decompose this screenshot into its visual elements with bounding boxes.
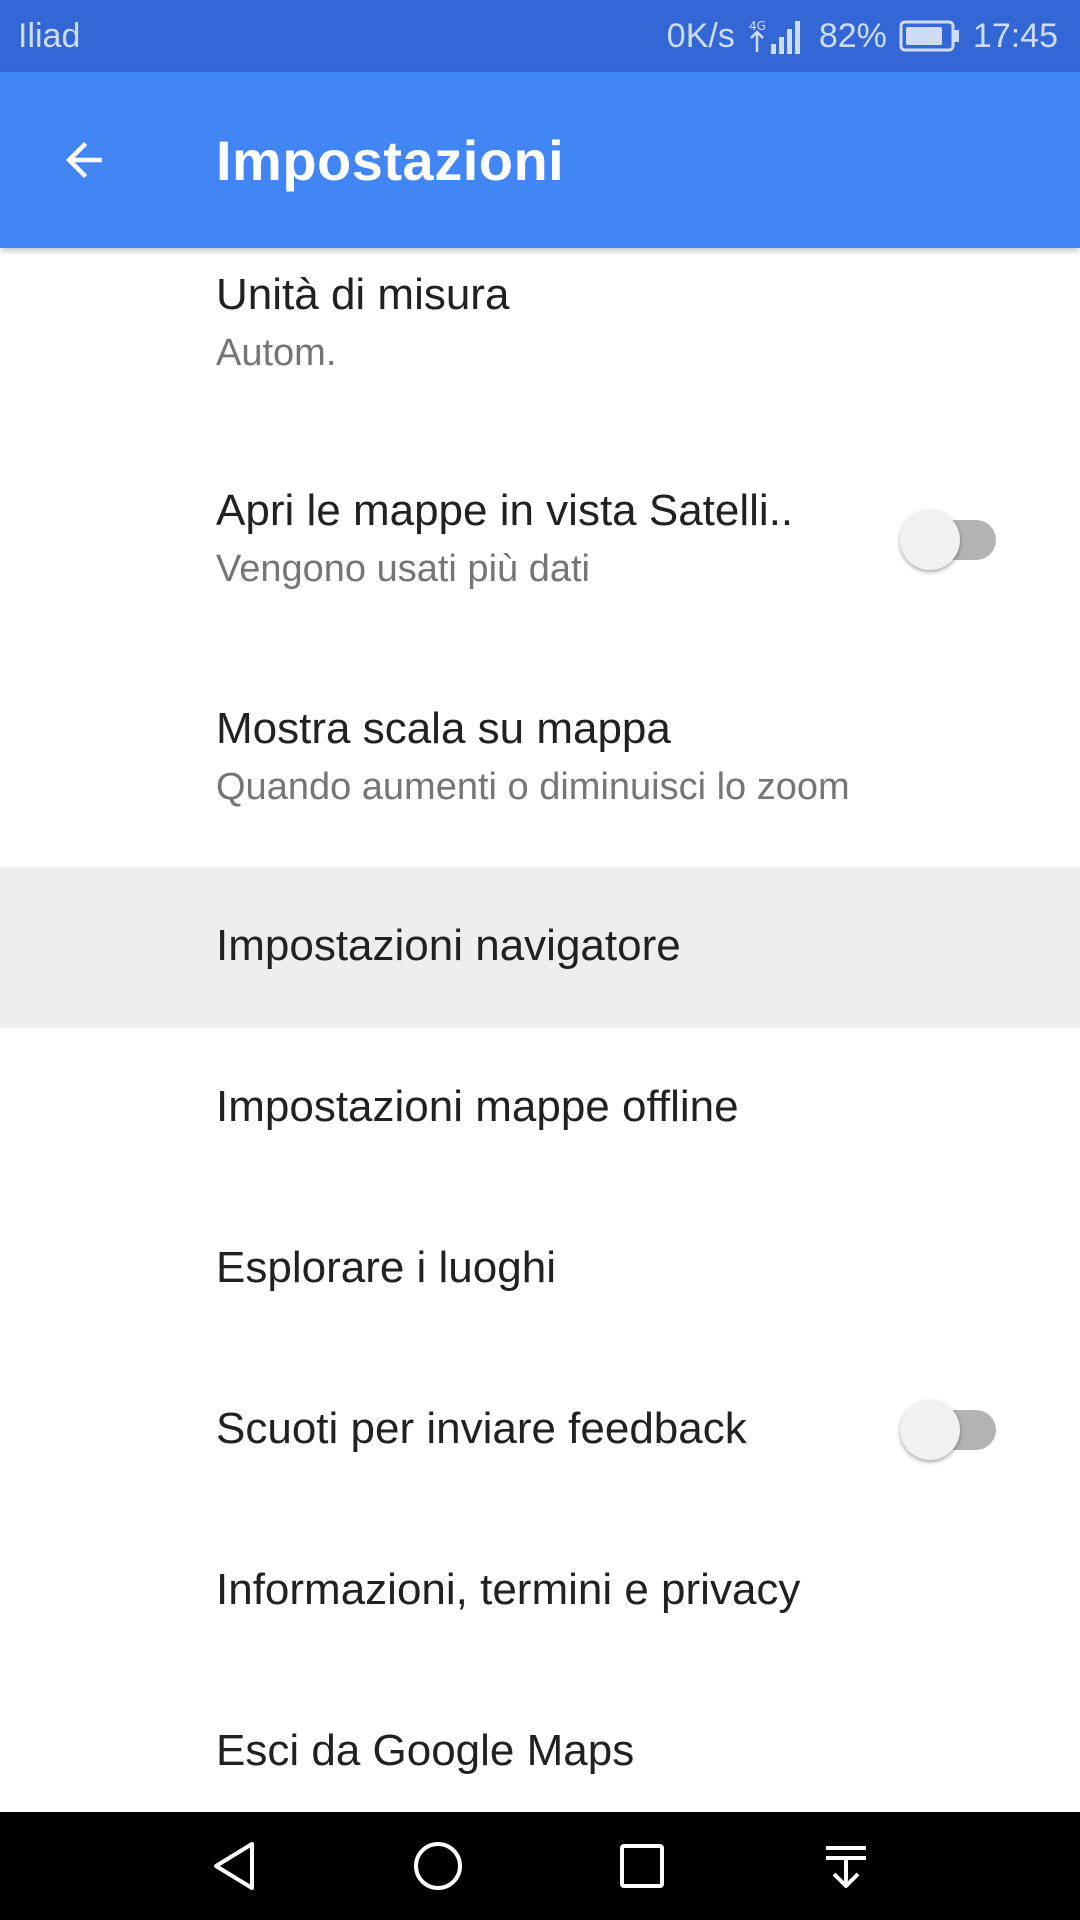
system-nav-bar [0,1812,1080,1920]
status-bar: Iliad 0K/s 4G 82% 17:45 [0,0,1080,72]
toggle-thumb [900,1400,960,1460]
setting-navigation[interactable]: Impostazioni navigatore [0,867,1080,1028]
setting-about-terms-privacy[interactable]: Informazioni, termini e privacy [0,1511,1080,1672]
notification-pull-icon[interactable] [814,1834,878,1898]
status-indicators: 0K/s 4G 82% 17:45 [667,16,1058,56]
network-speed: 0K/s [666,16,735,55]
setting-subtitle: Vengono usati più dati [216,548,590,590]
recents-square-icon[interactable] [610,1834,674,1898]
battery-percent: 82% [818,16,887,55]
setting-subtitle: Quando aumenti o diminuisci lo zoom [216,766,850,808]
setting-title: Esci da Google Maps [216,1726,635,1775]
setting-title: Impostazioni navigatore [216,921,681,970]
setting-offline-maps[interactable]: Impostazioni mappe offline [0,1028,1080,1189]
back-triangle-icon[interactable] [202,1834,266,1898]
battery-icon [899,20,959,52]
toggle-thumb [900,510,960,570]
setting-title: Mostra scala su mappa [216,704,671,753]
setting-explore-places[interactable]: Esplorare i luoghi [0,1189,1080,1350]
page-title: Impostazioni [216,128,565,192]
setting-title: Informazioni, termini e privacy [216,1565,801,1614]
setting-map-scale[interactable]: Mostra scala su mappa Quando aumenti o d… [0,658,1080,858]
back-button[interactable] [44,120,124,200]
shake-feedback-toggle[interactable] [900,1400,1000,1460]
setting-subtitle: Autom. [216,332,337,374]
satellite-view-toggle[interactable] [900,510,1000,570]
setting-title: Scuoti per inviare feedback [216,1404,747,1453]
setting-shake-feedback[interactable]: Scuoti per inviare feedback [0,1350,1080,1511]
setting-title: Unità di misura [216,270,510,319]
clock: 17:45 [972,16,1058,55]
carrier-name: Iliad [18,16,81,55]
app-bar: Impostazioni [0,72,1080,248]
setting-title: Esplorare i luoghi [216,1243,556,1292]
setting-title: Apri le mappe in vista Satelli.. [216,486,794,535]
settings-list: Unità di misura Autom. Apri le mappe in … [0,248,1080,1812]
setting-title: Impostazioni mappe offline [216,1082,739,1131]
signal-4g-icon: 4G [749,19,800,54]
home-circle-icon[interactable] [406,1834,470,1898]
arrow-back-icon [66,142,102,178]
setting-units[interactable]: Unità di misura Autom. [0,248,1080,412]
setting-exit-maps[interactable]: Esci da Google Maps [0,1672,1080,1812]
setting-satellite-view[interactable]: Apri le mappe in vista Satelli.. Vengono… [0,440,1080,640]
